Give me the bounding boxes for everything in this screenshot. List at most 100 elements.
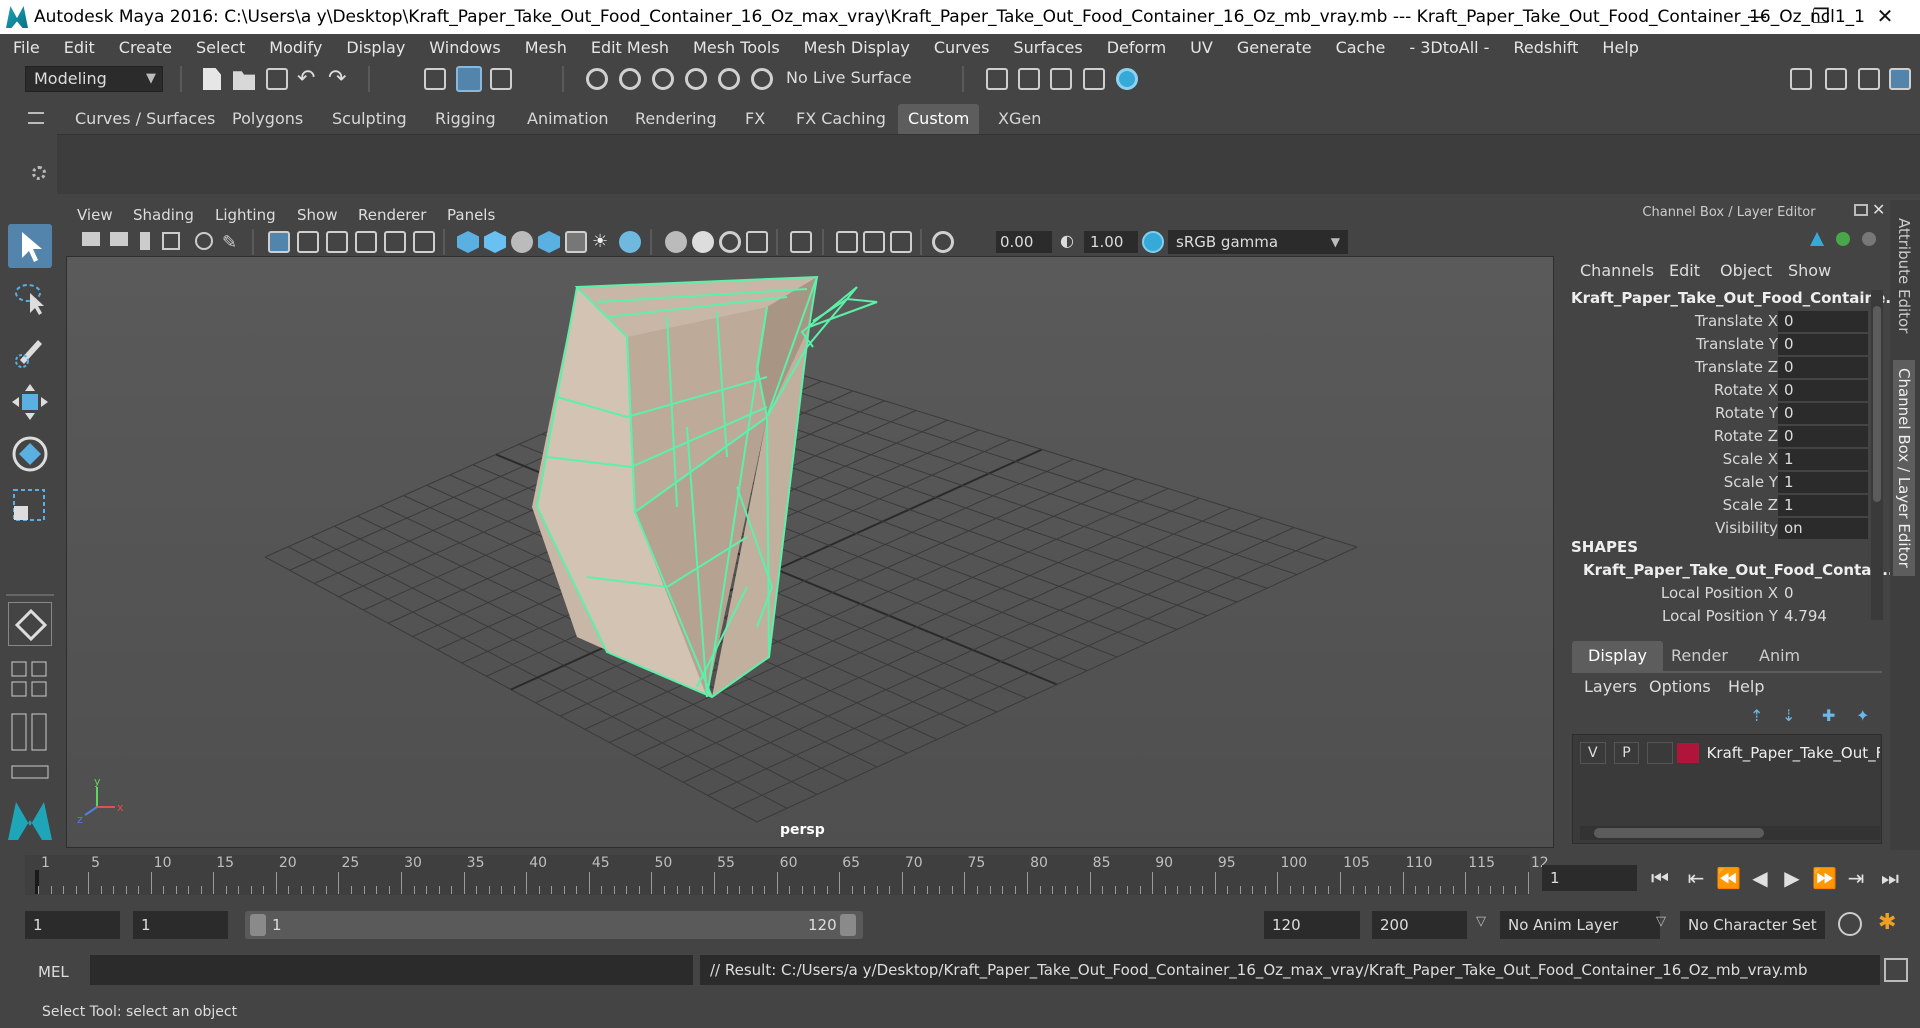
tab-attribute-editor[interactable]: Attribute Editor [1893,210,1915,341]
playback-start-field[interactable]: 1 [133,911,228,939]
command-input[interactable] [90,955,693,985]
speed-icon[interactable] [1836,232,1850,246]
start-time-field[interactable]: 1 [25,911,120,939]
rotate-tool-button[interactable] [8,432,52,476]
cb-menu-edit[interactable]: Edit [1669,261,1700,280]
safe-action-icon[interactable] [413,231,435,253]
scrollbar-thumb[interactable] [1873,306,1881,502]
paint-select-tool-button[interactable] [8,326,52,370]
play-backwards-button[interactable]: ◀ [1748,865,1772,891]
menu-uv[interactable]: UV [1177,38,1224,57]
script-editor-icon[interactable] [1884,958,1908,982]
redo-icon[interactable]: ↷ [328,66,350,91]
move-layer-up-icon[interactable]: ⇡ [1750,706,1763,725]
render-frame-icon[interactable] [1018,68,1040,90]
camera-attr-icon[interactable] [110,232,128,246]
play-forwards-button[interactable]: ▶ [1780,865,1804,891]
select-component-icon[interactable] [490,68,512,90]
tab-rendering[interactable]: Rendering [625,104,727,134]
layer-menu-options[interactable]: Options [1649,677,1711,696]
menu-3dtoall[interactable]: - 3DtoAll - [1396,38,1500,57]
attr-value-field[interactable]: 0 [1778,426,1868,447]
color-management-toggle-icon[interactable] [1142,231,1164,253]
view-menu-show[interactable]: Show [297,202,337,228]
snap-point-icon[interactable] [652,68,674,90]
render-settings-icon[interactable] [986,68,1008,90]
gamma-field[interactable]: 1.00 [1084,231,1138,253]
playback-end-field[interactable]: 120 [1264,911,1360,939]
smooth-shade-icon[interactable] [484,231,506,253]
bookmark-icon[interactable] [140,232,150,250]
make-live-icon[interactable] [751,68,773,90]
outliner-layout-button[interactable] [8,710,52,754]
tab-rigging[interactable]: Rigging [425,104,506,134]
grid-icon[interactable] [268,231,290,253]
menu-deform[interactable]: Deform [1094,38,1177,57]
shelf-menu-icon[interactable] [28,112,44,124]
menu-modify[interactable]: Modify [256,38,333,57]
step-forward-key-button[interactable]: ⏩ [1812,865,1837,891]
menu-generate[interactable]: Generate [1224,38,1323,57]
cb-menu-object[interactable]: Object [1720,261,1772,280]
close-panel-icon[interactable]: ✕ [1872,200,1885,219]
xray-icon[interactable] [836,231,858,253]
tab-fx[interactable]: FX [735,104,775,134]
layer-visibility-toggle[interactable]: V [1580,742,1606,764]
move-tool-button[interactable] [8,380,52,424]
multisample-aa-icon[interactable] [719,231,741,253]
undo-icon[interactable]: ↶ [297,66,319,91]
snap-grid-icon[interactable] [586,68,608,90]
float-panel-icon[interactable] [1854,204,1868,216]
snap-view-icon[interactable] [685,68,707,90]
view-menu-lighting[interactable]: Lighting [215,202,276,228]
range-start-handle[interactable] [250,914,266,936]
gamma-icon[interactable]: ◐ [1060,231,1082,253]
menu-set-dropdown[interactable]: Modeling ▼ [25,66,163,92]
menu-mesh-tools[interactable]: Mesh Tools [680,38,791,57]
attr-value-field[interactable]: on [1778,518,1868,539]
tab-channel-box[interactable]: Channel Box / Layer Editor [1893,360,1915,576]
view-menu-shading[interactable]: Shading [133,202,194,228]
exposure-icon[interactable] [932,231,954,253]
attr-value-field[interactable]: 0 [1778,311,1868,332]
snap-curve-icon[interactable] [619,68,641,90]
menu-help[interactable]: Help [1589,38,1649,57]
anim-layer-dropdown[interactable]: No Anim Layer [1500,911,1660,939]
tab-curves-surfaces[interactable]: Curves / Surfaces [65,104,225,134]
snap-surface-icon[interactable] [718,68,740,90]
four-view-layout-button[interactable] [8,660,52,704]
new-layer-selected-icon[interactable]: ✦ [1856,706,1869,725]
lasso-tool-button[interactable] [8,275,52,319]
view-menu-view[interactable]: View [77,202,113,228]
tab-render-layers[interactable]: Render [1655,641,1744,671]
wireframe-icon[interactable] [457,231,479,253]
field-chart-icon[interactable] [384,231,406,253]
lights-icon[interactable]: ☀ [592,231,614,253]
default-material-icon[interactable] [511,231,533,253]
attr-value-field[interactable]: 1 [1778,472,1868,493]
menu-edit-mesh[interactable]: Edit Mesh [578,38,680,57]
layer-playback-toggle[interactable]: P [1613,742,1640,764]
end-time-field[interactable]: 200 [1372,911,1467,939]
exposure-field[interactable]: 0.00 [996,231,1052,253]
workspace-icon[interactable] [1790,68,1812,90]
gear-icon[interactable] [32,166,46,180]
2d-pan-icon[interactable] [195,232,213,250]
menu-surfaces[interactable]: Surfaces [1000,38,1093,57]
layer-menu-layers[interactable]: Layers [1584,677,1637,696]
attr-value-field[interactable]: 0 [1778,334,1868,355]
gate-mask-icon[interactable] [355,231,377,253]
tab-fx-caching[interactable]: FX Caching [786,104,896,134]
camera-icon[interactable] [82,232,100,246]
cb-menu-show[interactable]: Show [1788,261,1831,280]
depth-of-field-icon[interactable] [746,231,768,253]
menu-edit[interactable]: Edit [51,38,106,57]
render-globals-icon[interactable] [1083,68,1105,90]
attr-value-field[interactable]: 0 [1778,380,1868,401]
auto-key-icon[interactable] [1838,912,1862,936]
tab-anim-layers[interactable]: Anim [1743,641,1816,671]
tab-custom[interactable]: Custom [898,104,980,134]
view-menu-renderer[interactable]: Renderer [358,202,426,228]
new-layer-icon[interactable]: ✚ [1822,706,1835,725]
tab-sculpting[interactable]: Sculpting [322,104,417,134]
